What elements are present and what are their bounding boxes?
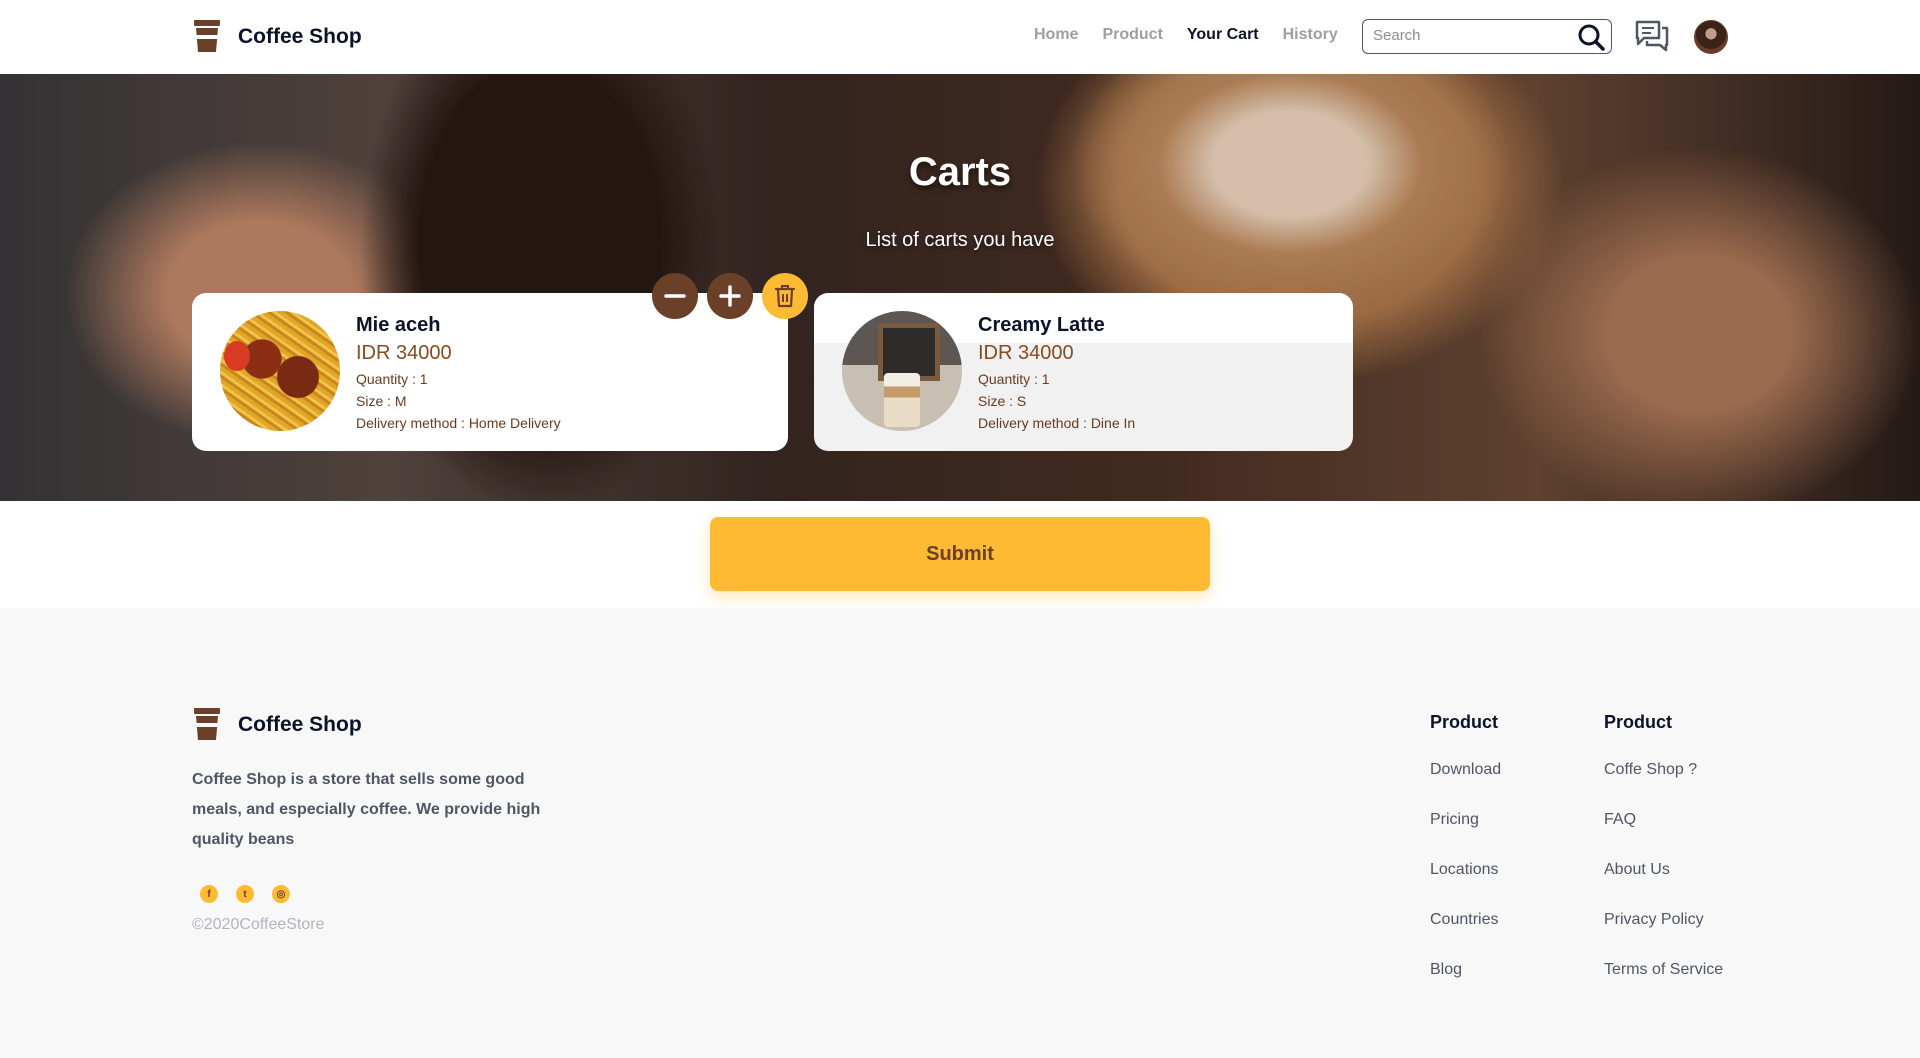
footer-link-download[interactable]: Download [1430, 761, 1501, 811]
footer-link-about-us[interactable]: About Us [1604, 861, 1723, 911]
search-icon[interactable] [1577, 23, 1605, 51]
brand-name: Coffee Shop [238, 25, 362, 48]
facebook-icon[interactable]: f [200, 885, 218, 903]
nav-link-history[interactable]: History [1283, 26, 1338, 44]
trash-icon [774, 285, 796, 308]
cart-item-delivery: Delivery method : Dine In [978, 415, 1136, 431]
footer-link-locations[interactable]: Locations [1430, 861, 1501, 911]
top-navbar: Coffee Shop Home Product Your Cart Histo… [0, 0, 1920, 74]
plus-icon [719, 285, 741, 307]
increase-quantity-button[interactable] [707, 273, 753, 319]
footer-column-product: Product Download Pricing Locations Count… [1430, 712, 1501, 1011]
search-input[interactable] [1363, 20, 1563, 51]
footer-link-privacy-policy[interactable]: Privacy Policy [1604, 911, 1723, 961]
footer-link-pricing[interactable]: Pricing [1430, 811, 1501, 861]
cart-item-quantity: Quantity : 1 [978, 371, 1050, 387]
footer-link-faq[interactable]: FAQ [1604, 811, 1723, 861]
page-subtitle: List of carts you have [865, 229, 1055, 251]
coffee-cup-icon [194, 20, 220, 52]
footer-brand-logo[interactable]: Coffee Shop [192, 708, 362, 742]
cart-item-image [220, 311, 340, 431]
cart-item-name: Mie aceh [356, 314, 441, 336]
cart-item-image [842, 311, 962, 431]
cart-item-price: IDR 34000 [978, 342, 1074, 364]
footer-link-countries[interactable]: Countries [1430, 911, 1501, 961]
brand-logo[interactable]: Coffee Shop [192, 20, 362, 54]
cart-item-card[interactable]: Mie aceh IDR 34000 Quantity : 1 Size : M… [192, 293, 788, 451]
chat-icon[interactable] [1634, 19, 1670, 53]
submit-button[interactable]: Submit [710, 517, 1210, 591]
footer-column-title: Product [1604, 712, 1673, 732]
footer-description: Coffee Shop is a store that sells some g… [192, 771, 541, 848]
cart-item-size: Size : M [356, 393, 407, 409]
footer-column-info: Product Coffe Shop ? FAQ About Us Privac… [1604, 712, 1723, 1011]
social-links: f t ◎ [200, 885, 290, 903]
minus-icon [664, 294, 686, 298]
nav-link-home[interactable]: Home [1034, 26, 1078, 44]
cart-item-delivery: Delivery method : Home Delivery [356, 415, 561, 431]
decrease-quantity-button[interactable] [652, 273, 698, 319]
copyright-text: ©2020CoffeeStore [192, 916, 325, 933]
cart-item-size: Size : S [978, 393, 1027, 409]
twitter-icon[interactable]: t [236, 885, 254, 903]
footer-link-coffee-shop[interactable]: Coffe Shop ? [1604, 761, 1723, 811]
instagram-icon[interactable]: ◎ [272, 885, 290, 903]
cart-item-name: Creamy Latte [978, 314, 1105, 336]
cart-item-price: IDR 34000 [356, 342, 452, 364]
nav-link-your-cart[interactable]: Your Cart [1187, 26, 1259, 44]
page-title: Carts [908, 150, 1012, 194]
user-avatar[interactable] [1694, 20, 1728, 54]
coffee-cup-icon [194, 708, 220, 740]
nav-link-product[interactable]: Product [1102, 26, 1162, 44]
search-box [1362, 19, 1612, 54]
cart-item-quantity: Quantity : 1 [356, 371, 428, 387]
footer-brand-name: Coffee Shop [238, 713, 362, 736]
footer: Coffee Shop Coffee Shop is a store that … [0, 608, 1920, 1058]
footer-link-terms-of-service[interactable]: Terms of Service [1604, 961, 1723, 1011]
cart-item-card[interactable]: Creamy Latte IDR 34000 Quantity : 1 Size… [814, 293, 1353, 451]
footer-link-blog[interactable]: Blog [1430, 961, 1501, 1011]
main-nav: Home Product Your Cart History [1034, 26, 1338, 44]
footer-column-title: Product [1430, 712, 1499, 732]
delete-item-button[interactable] [762, 273, 808, 319]
